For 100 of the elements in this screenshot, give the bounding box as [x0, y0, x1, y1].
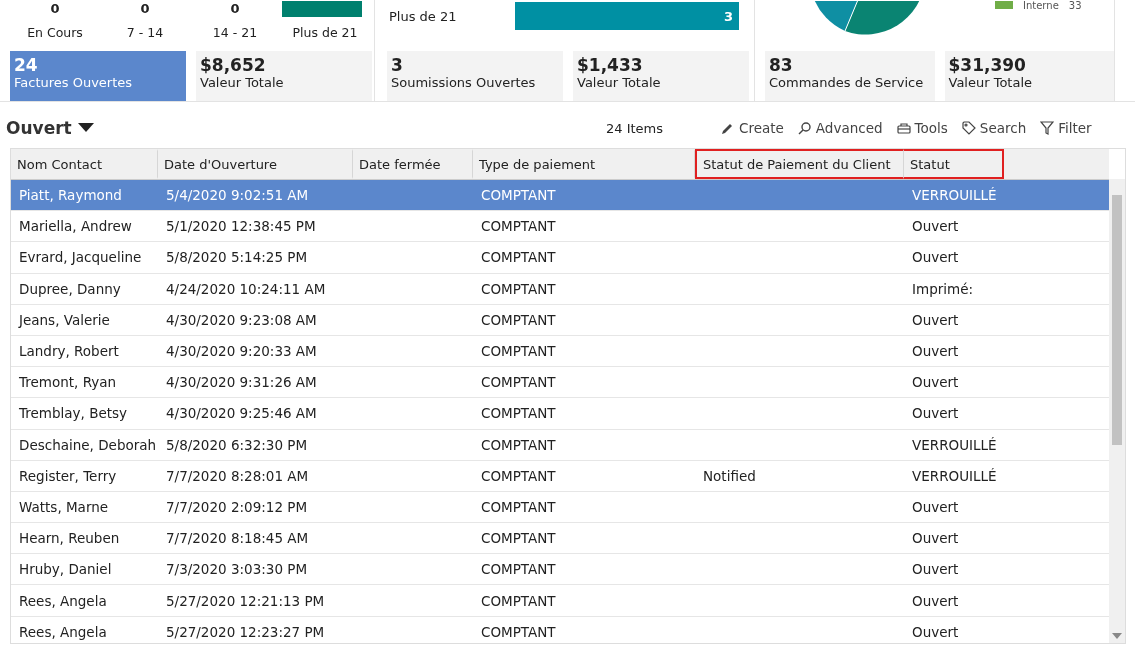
table-row[interactable]: Deschaine, Deborah 5/8/2020 6:32:30 PM COMPTANT VERROUILLÉ — [11, 429, 1109, 461]
table-row[interactable]: Dupree, Danny 4/24/2020 10:24:11 AM COMPTANT Imprimé: — [11, 273, 1109, 305]
table-cell: Piatt, Raymond — [19, 187, 122, 204]
tile-value: $1,433 — [577, 55, 644, 75]
table-row[interactable]: Piatt, Raymond 5/4/2020 9:02:51 AM COMPTANT VERROUILLÉ — [11, 180, 1109, 212]
table-cell: 5/27/2020 12:23:27 PM — [166, 623, 325, 640]
table-cell: Watts, Marne — [19, 498, 109, 515]
table-cell: VERROUILLÉ — [912, 436, 997, 453]
table-cell: VERROUILLÉ — [912, 467, 997, 484]
tile-label: Valeur Totale — [577, 75, 662, 90]
table-row[interactable]: Evrard, Jacqueline 5/8/2020 5:14:25 PM COMPTANT Ouvert — [11, 242, 1109, 274]
tile-label: Valeur Totale — [948, 75, 1034, 90]
table-cell: 4/30/2020 9:20:33 AM — [166, 343, 317, 360]
table-cell: Hearn, Reuben — [19, 530, 120, 547]
table-cell: COMPTANT — [481, 436, 556, 453]
table-cell: 5/1/2020 12:38:45 PM — [166, 218, 316, 235]
table-cell: COMPTANT — [481, 592, 556, 609]
summary-tile[interactable]: $31,390 Valeur Totale — [944, 51, 1114, 101]
table-cell: Dupree, Danny — [19, 280, 121, 297]
summary-tile[interactable]: 24 Factures Ouvertes — [10, 51, 186, 101]
tile-value: 24 — [14, 55, 39, 75]
tools-action-button[interactable]: Tools — [896, 120, 948, 136]
category-label: En Cours — [26, 25, 84, 42]
table-cell: COMPTANT — [481, 498, 556, 515]
table-cell: Ouvert — [912, 592, 959, 609]
pencil-icon — [721, 121, 735, 135]
table-cell: Tremont, Ryan — [19, 374, 117, 391]
table-cell: 7/7/2020 8:28:01 AM — [166, 467, 309, 484]
table-cell: Tremblay, Betsy — [19, 405, 128, 422]
table-cell: Evrard, Jacqueline — [19, 249, 142, 266]
table-row[interactable]: Watts, Marne 7/7/2020 2:09:12 PM COMPTANT Ouvert — [11, 491, 1109, 524]
table-cell: Ouvert — [912, 249, 959, 266]
table-row[interactable]: Tremont, Ryan 4/30/2020 9:31:26 AM COMPTANT Ouvert — [11, 367, 1109, 399]
table-row[interactable]: Jeans, Valerie 4/30/2020 9:23:08 AM COMPTANT Ouvert — [11, 304, 1109, 336]
filter-icon — [1040, 121, 1055, 135]
column-header[interactable]: Type de paiement — [473, 149, 695, 179]
table-cell: 4/24/2020 10:24:11 AM — [166, 280, 326, 297]
tag-icon — [961, 121, 976, 135]
bar-value: 0 — [229, 1, 241, 16]
column-header[interactable]: Date fermée — [353, 149, 473, 179]
table-cell: COMPTANT — [481, 405, 556, 422]
tile-value: 3 — [391, 55, 404, 75]
table-row[interactable]: Hearn, Reuben 7/7/2020 8:18:45 AM COMPTANT Ouvert — [11, 523, 1109, 555]
table-cell: COMPTANT — [481, 280, 556, 297]
table-cell: 7/3/2020 3:03:30 PM — [166, 561, 308, 578]
summary-tile[interactable]: $1,433 Valeur Totale — [573, 51, 749, 101]
dropdown-caret-icon[interactable] — [77, 123, 94, 133]
table-cell: COMPTANT — [481, 623, 556, 640]
table-row[interactable]: Rees, Angela 5/27/2020 12:21:13 PM COMPTANT Ouvert — [11, 585, 1109, 617]
tile-label: Soumissions Ouvertes — [391, 75, 537, 90]
table-cell: 5/8/2020 6:32:30 PM — [166, 436, 308, 453]
table-cell: COMPTANT — [481, 311, 556, 328]
column-header[interactable]: Date d'Ouverture — [158, 149, 353, 179]
table-cell: COMPTANT — [481, 187, 556, 204]
category-label: 14 - 21 — [211, 25, 259, 42]
table-cell: COMPTANT — [481, 343, 556, 360]
table-cell: Ouvert — [912, 530, 959, 547]
table-cell: 7/7/2020 2:09:12 PM — [166, 498, 308, 515]
column-header[interactable]: Statut de Paiement du Client — [695, 149, 904, 179]
table-row[interactable]: Register, Terry 7/7/2020 8:28:01 AM COMPTANT Notified VERROUILLÉ — [11, 460, 1109, 492]
tag-action-button[interactable]: Search — [961, 120, 1027, 136]
table-cell: Ouvert — [912, 498, 959, 515]
table-cell: Ouvert — [912, 561, 959, 578]
pencil-action-button[interactable]: Create — [721, 120, 784, 136]
tile-value: $8,652 — [200, 55, 267, 75]
bar-value: 0 — [49, 1, 61, 16]
search-action-button[interactable]: Advanced — [797, 120, 883, 136]
table-cell: 4/30/2020 9:25:46 AM — [166, 405, 317, 422]
table-row[interactable]: Tremblay, Betsy 4/30/2020 9:25:46 AM COMPTANT Ouvert — [11, 398, 1109, 430]
table-cell: 4/30/2020 9:31:26 AM — [166, 374, 317, 391]
table-cell: COMPTANT — [481, 530, 556, 547]
tile-label: Valeur Totale — [200, 75, 285, 90]
summary-tile[interactable]: 83 Commandes de Service — [765, 51, 935, 101]
legend-value: 33 — [1068, 1, 1082, 11]
category-label: Plus de 21 — [291, 25, 359, 42]
table-cell: Notified — [703, 467, 756, 484]
table-cell: Rees, Angela — [19, 623, 107, 640]
table-cell: Imprimé: — [912, 280, 973, 297]
table-cell: Ouvert — [912, 218, 959, 235]
column-header[interactable]: Nom Contact — [11, 149, 158, 179]
tools-icon — [896, 121, 911, 135]
filter-action-button[interactable]: Filter — [1040, 120, 1092, 136]
table-row[interactable]: Mariella, Andrew 5/1/2020 12:38:45 PM COMPTANT Ouvert — [11, 211, 1109, 243]
scrollbar[interactable] — [1109, 179, 1125, 643]
table-row[interactable]: Landry, Robert 4/30/2020 9:20:33 AM COMPTANT Ouvert — [11, 335, 1109, 368]
scrollbar-thumb[interactable] — [1112, 195, 1122, 445]
summary-tile[interactable]: 3 Soumissions Ouvertes — [387, 51, 563, 101]
table-cell: Register, Terry — [19, 467, 117, 484]
table-cell: COMPTANT — [481, 467, 556, 484]
category-label: 7 - 14 — [125, 25, 165, 42]
item-count: 24 Items — [606, 120, 665, 136]
table-cell: Ouvert — [912, 623, 959, 640]
summary-tile[interactable]: $8,652 Valeur Totale — [196, 51, 372, 101]
table-row[interactable]: Hruby, Daniel 7/3/2020 3:03:30 PM COMPTANT Ouvert — [11, 554, 1109, 586]
table-cell: VERROUILLÉ — [912, 187, 997, 204]
table-cell: 5/8/2020 5:14:25 PM — [166, 249, 308, 266]
tile-value: 83 — [769, 55, 794, 75]
scroll-down-icon[interactable] — [1112, 633, 1122, 639]
table-cell: Ouvert — [912, 311, 959, 328]
list-title[interactable]: Ouvert — [6, 118, 72, 138]
